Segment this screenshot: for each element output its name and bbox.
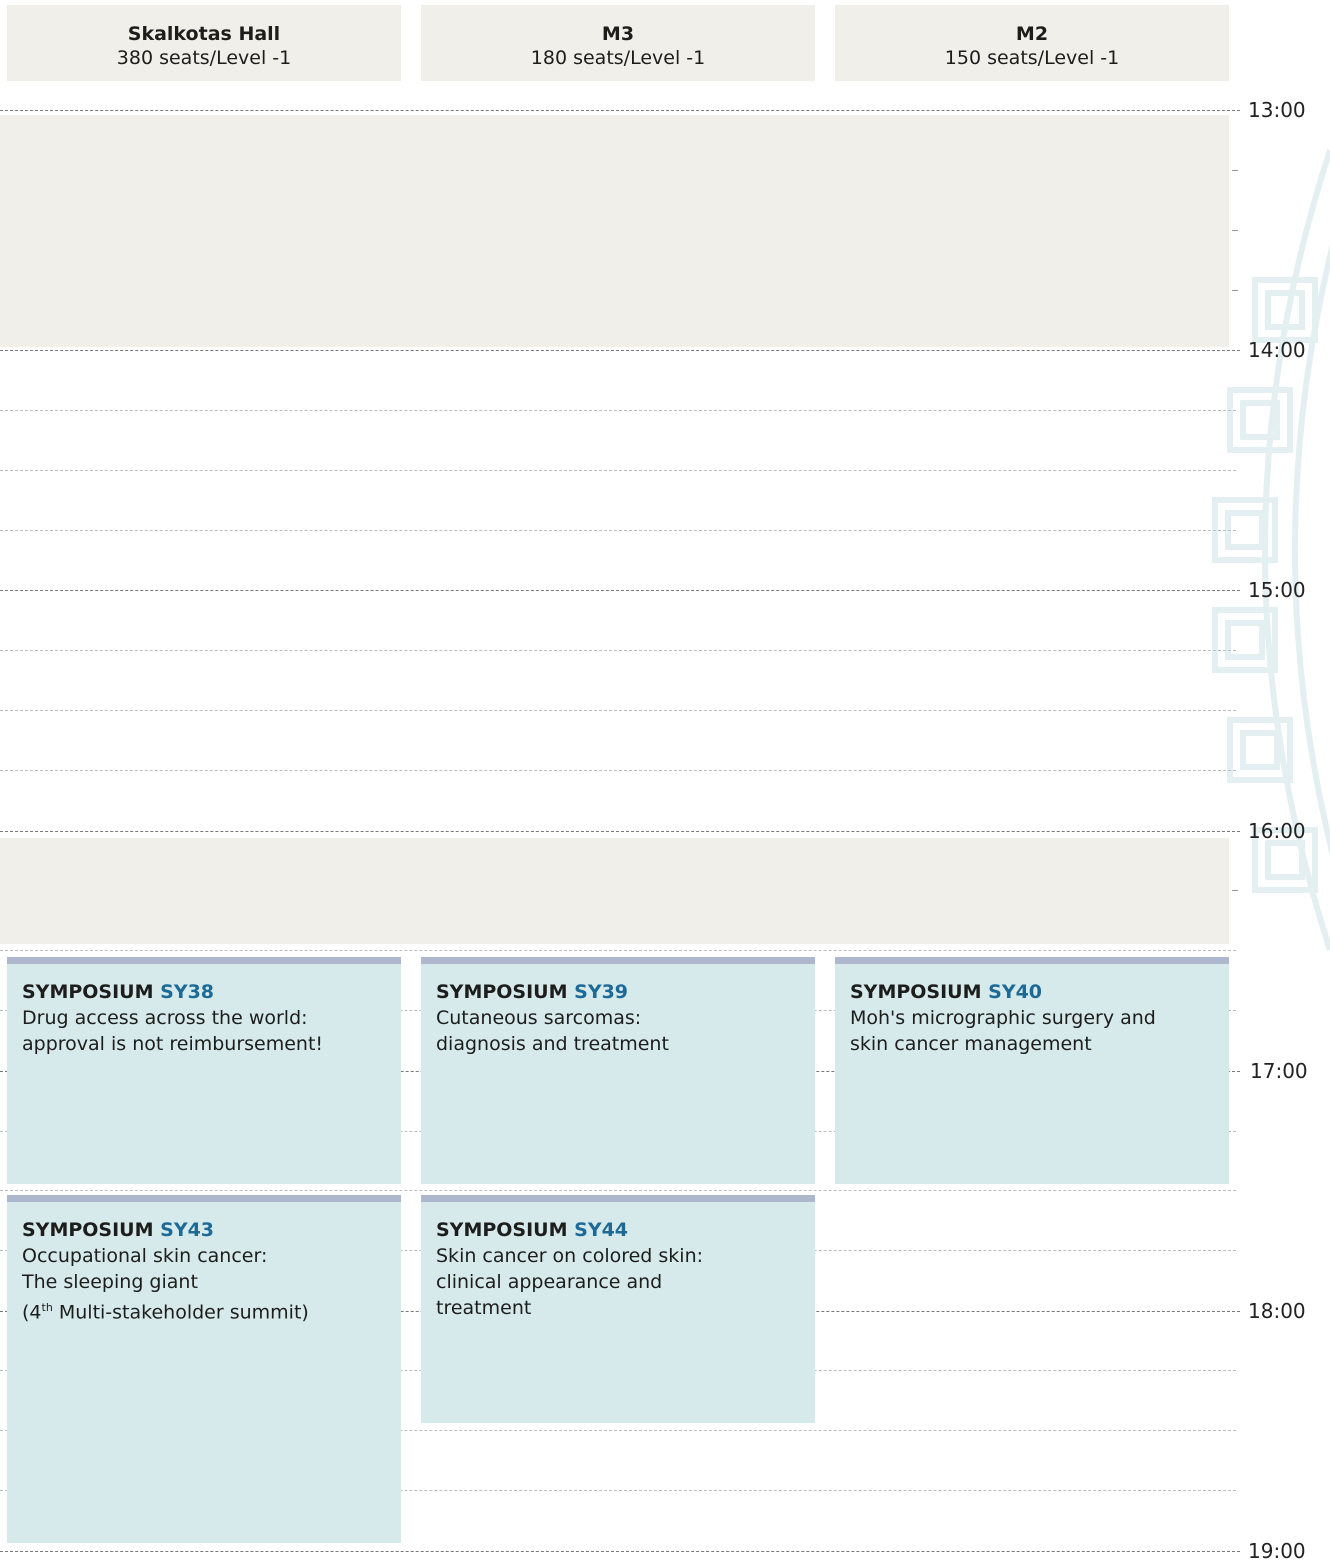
session-title-prefix: (4 bbox=[22, 1301, 42, 1324]
time-label: 17:00 bbox=[1250, 1059, 1308, 1083]
session-title-line: Cutaneous sarcomas: bbox=[436, 1007, 642, 1029]
session-heading: SYMPOSIUM SY39 bbox=[436, 979, 801, 1005]
session-type: SYMPOSIUM bbox=[850, 981, 982, 1003]
time-label: 16:00 bbox=[1248, 819, 1306, 843]
session-type: SYMPOSIUM bbox=[436, 981, 568, 1003]
session-code: SY43 bbox=[160, 1219, 215, 1241]
session-title-line: clinical appearance and bbox=[436, 1271, 663, 1293]
time-label: 13:00 bbox=[1248, 98, 1306, 122]
room-header-m3: M3 180 seats/Level -1 bbox=[421, 5, 815, 81]
session-type: SYMPOSIUM bbox=[22, 1219, 154, 1241]
grid-tick bbox=[1232, 890, 1238, 891]
room-header-m2: M2 150 seats/Level -1 bbox=[835, 5, 1229, 81]
session-sy44[interactable]: SYMPOSIUM SY44 Skin cancer on colored sk… bbox=[421, 1195, 815, 1423]
session-heading: SYMPOSIUM SY44 bbox=[436, 1217, 801, 1243]
break-block-lunch bbox=[0, 115, 1229, 347]
grid-line-quarter bbox=[0, 950, 1236, 951]
grid-line-hour bbox=[0, 590, 1240, 591]
session-heading: SYMPOSIUM SY40 bbox=[850, 979, 1215, 1005]
grid-line-hour bbox=[0, 110, 1240, 111]
time-label: 19:00 bbox=[1248, 1539, 1306, 1563]
room-capacity: 380 seats/Level -1 bbox=[116, 47, 292, 69]
time-label: 14:00 bbox=[1248, 338, 1306, 362]
grid-line-quarter bbox=[0, 650, 1236, 651]
grid-line-quarter bbox=[0, 1190, 1236, 1191]
session-title-suffix: Multi-stakeholder summit) bbox=[52, 1301, 309, 1324]
session-code: SY38 bbox=[160, 981, 215, 1003]
session-title-line: Skin cancer on colored skin: bbox=[436, 1245, 704, 1267]
session-title-line: skin cancer management bbox=[850, 1033, 1092, 1055]
session-title-line: Drug access across the world: bbox=[22, 1007, 308, 1029]
time-label: 15:00 bbox=[1248, 578, 1306, 602]
session-sy38[interactable]: SYMPOSIUM SY38 Drug access across the wo… bbox=[7, 957, 401, 1184]
grid-line-quarter bbox=[0, 470, 1236, 471]
grid-tick bbox=[1232, 170, 1238, 171]
break-block-afternoon bbox=[0, 838, 1229, 944]
session-sy40[interactable]: SYMPOSIUM SY40 Moh's micrographic surger… bbox=[835, 957, 1229, 1184]
grid-line-quarter bbox=[0, 530, 1236, 531]
room-capacity: 180 seats/Level -1 bbox=[530, 47, 706, 69]
session-title-line: The sleeping giant bbox=[22, 1271, 198, 1293]
grid-line-hour bbox=[0, 831, 1240, 832]
room-name: M3 bbox=[601, 23, 635, 45]
time-label: 18:00 bbox=[1248, 1299, 1306, 1323]
session-title-line: (4th Multi-stakeholder summit) bbox=[22, 1295, 387, 1325]
session-heading: SYMPOSIUM SY43 bbox=[22, 1217, 387, 1243]
session-heading: SYMPOSIUM SY38 bbox=[22, 979, 387, 1005]
session-sy43[interactable]: SYMPOSIUM SY43 Occupational skin cancer:… bbox=[7, 1195, 401, 1543]
session-title-line: Moh's micrographic surgery and bbox=[850, 1007, 1156, 1029]
grid-line-quarter bbox=[0, 410, 1236, 411]
room-capacity: 150 seats/Level -1 bbox=[944, 47, 1120, 69]
session-type: SYMPOSIUM bbox=[22, 981, 154, 1003]
session-code: SY39 bbox=[574, 981, 629, 1003]
session-title-line: diagnosis and treatment bbox=[436, 1033, 669, 1055]
grid-line-hour bbox=[0, 350, 1240, 351]
session-code: SY40 bbox=[988, 981, 1043, 1003]
grid-line-quarter bbox=[0, 710, 1236, 711]
session-title-superscript: th bbox=[41, 1301, 53, 1314]
grid-tick bbox=[1232, 290, 1238, 291]
session-sy39[interactable]: SYMPOSIUM SY39 Cutaneous sarcomas: diagn… bbox=[421, 957, 815, 1184]
grid-tick bbox=[1232, 230, 1238, 231]
session-code: SY44 bbox=[574, 1219, 629, 1241]
session-title-line: Occupational skin cancer: bbox=[22, 1245, 268, 1267]
room-header-skalkotas: Skalkotas Hall 380 seats/Level -1 bbox=[7, 5, 401, 81]
session-title-line: approval is not reimbursement! bbox=[22, 1033, 324, 1055]
room-name: M2 bbox=[1015, 23, 1049, 45]
session-title-line: treatment bbox=[436, 1297, 532, 1319]
grid-line-hour bbox=[0, 1551, 1240, 1552]
room-name: Skalkotas Hall bbox=[127, 23, 281, 45]
grid-line-quarter bbox=[0, 770, 1236, 771]
session-type: SYMPOSIUM bbox=[436, 1219, 568, 1241]
